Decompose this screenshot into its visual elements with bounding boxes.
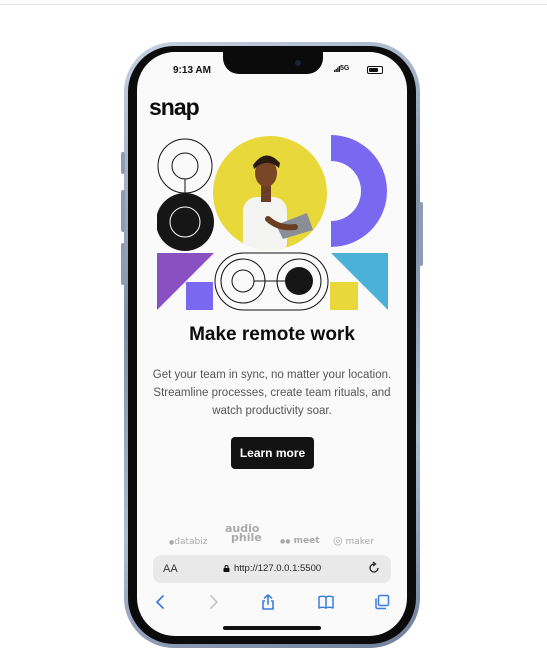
volume-down-button (121, 243, 125, 285)
home-indicator[interactable] (223, 626, 321, 630)
network-label: 5G (340, 65, 350, 72)
black-circle-icon (157, 193, 214, 251)
logo[interactable]: snap (149, 94, 200, 121)
address-bar[interactable]: AA http://127.0.0.1:5500 (153, 555, 391, 583)
share-icon[interactable] (259, 593, 277, 611)
purple-half-ring-shape (331, 135, 387, 247)
power-button (419, 202, 423, 266)
text-size-button[interactable]: AA (163, 563, 178, 575)
bookmarks-icon[interactable] (317, 593, 335, 611)
databiz-logo: ●databiz (169, 537, 208, 547)
hero-headline: Make remote work (189, 324, 355, 345)
camera (295, 60, 301, 66)
hero-illustration (157, 135, 388, 311)
battery-icon (367, 66, 383, 74)
learn-more-button[interactable]: Learn more (231, 437, 314, 469)
concentric-circle-icon (157, 138, 213, 195)
lock-icon (223, 565, 230, 572)
audiophile-logo: audio phile (225, 522, 262, 544)
url-text[interactable]: http://127.0.0.1:5500 (234, 563, 321, 574)
back-icon[interactable] (152, 593, 170, 611)
yellow-square-shape (330, 282, 358, 310)
reload-icon[interactable] (367, 561, 381, 575)
status-time: 9:13 AM (173, 65, 211, 76)
forward-icon[interactable] (204, 593, 222, 611)
meet-logo: ●● meet (280, 536, 320, 546)
maker-logo: ◎ maker (333, 534, 374, 547)
phone-screen: 9:13 AM 5G snap Make remote work Get you… (137, 52, 407, 636)
purple-square-shape (186, 282, 213, 310)
toggle-pill-illustration (214, 252, 329, 311)
hero-description: Get your team in sync, no matter your lo… (152, 369, 392, 417)
tabs-icon[interactable] (373, 593, 391, 611)
volume-up-button (121, 190, 125, 232)
mute-switch (121, 152, 125, 174)
browser-top-divider (0, 0, 547, 5)
client-logos: ●databiz audio phile ●● meet ◎ maker (137, 522, 407, 553)
notch (223, 52, 323, 74)
person-with-laptop-image (213, 136, 327, 250)
